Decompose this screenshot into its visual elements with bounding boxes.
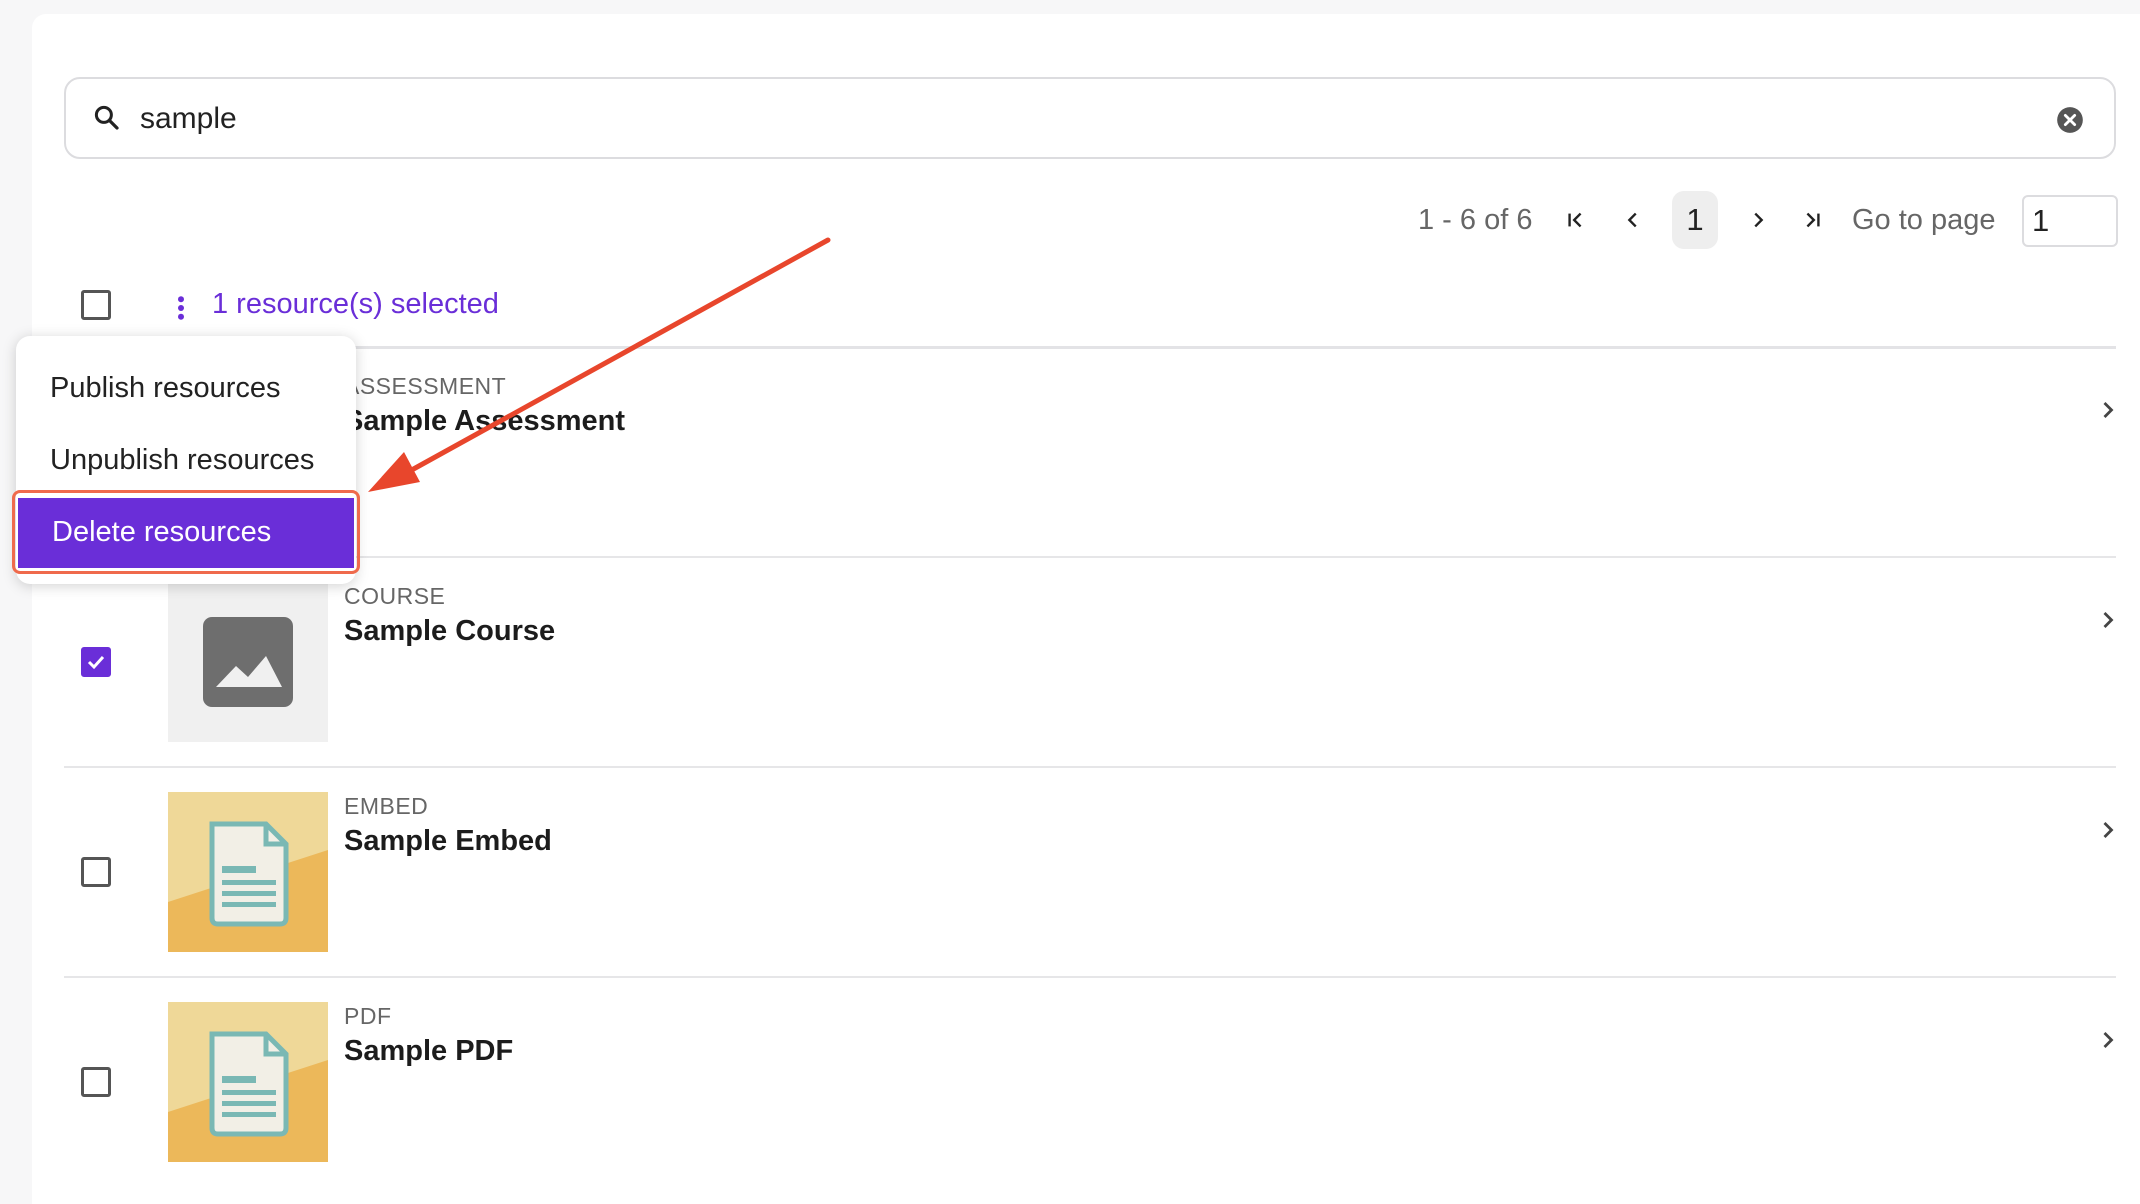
kebab-menu-icon[interactable] — [173, 293, 189, 323]
table-row[interactable]: COURSE Sample Course — [64, 556, 2116, 768]
menu-item-unpublish[interactable]: Unpublish resources — [16, 426, 356, 496]
next-page-icon[interactable] — [1738, 200, 1778, 240]
table-row[interactable]: EMBED Sample Embed — [64, 766, 2116, 978]
table-row[interactable]: PDF Sample PDF — [64, 976, 2116, 1186]
chevron-right-icon[interactable] — [2094, 606, 2122, 634]
chevron-right-icon[interactable] — [2094, 816, 2122, 844]
resource-title[interactable]: Sample PDF — [344, 1035, 513, 1068]
search-input[interactable] — [138, 93, 2022, 145]
resource-title[interactable]: Sample Course — [344, 615, 555, 648]
image-placeholder-icon — [203, 617, 293, 707]
annotation-highlight-box — [12, 490, 360, 574]
goto-page-input[interactable] — [2022, 195, 2118, 247]
resource-thumbnail — [168, 1002, 328, 1162]
chevron-right-icon[interactable] — [2094, 396, 2122, 424]
menu-item-publish[interactable]: Publish resources — [16, 354, 356, 424]
previous-page-icon[interactable] — [1613, 200, 1653, 240]
select-all-checkbox[interactable] — [81, 290, 111, 320]
row-checkbox[interactable] — [81, 857, 111, 887]
resource-type: EMBED — [344, 793, 429, 819]
first-page-icon[interactable] — [1556, 200, 1596, 240]
document-icon — [168, 792, 328, 952]
row-checkbox[interactable] — [81, 1067, 111, 1097]
pagination-range: 1 - 6 of 6 — [1418, 204, 1533, 236]
document-icon — [168, 1002, 328, 1162]
menu-item-label: Unpublish resources — [50, 444, 315, 476]
last-page-icon[interactable] — [1792, 200, 1832, 240]
resource-type: COURSE — [344, 583, 446, 609]
resource-thumbnail — [168, 582, 328, 742]
current-page-button[interactable]: 1 — [1672, 191, 1718, 249]
chevron-right-icon[interactable] — [2094, 1026, 2122, 1054]
resource-title[interactable]: Sample Embed — [344, 825, 552, 858]
menu-item-label: Publish resources — [50, 372, 281, 404]
clear-search-icon[interactable] — [2056, 106, 2084, 134]
resource-type: PDF — [344, 1003, 392, 1029]
resource-thumbnail — [168, 792, 328, 952]
row-checkbox[interactable] — [81, 647, 111, 677]
annotation-arrow-icon — [368, 237, 831, 492]
search-bar[interactable] — [64, 77, 2116, 159]
goto-page-label: Go to page — [1852, 204, 1996, 236]
search-icon — [94, 105, 119, 130]
